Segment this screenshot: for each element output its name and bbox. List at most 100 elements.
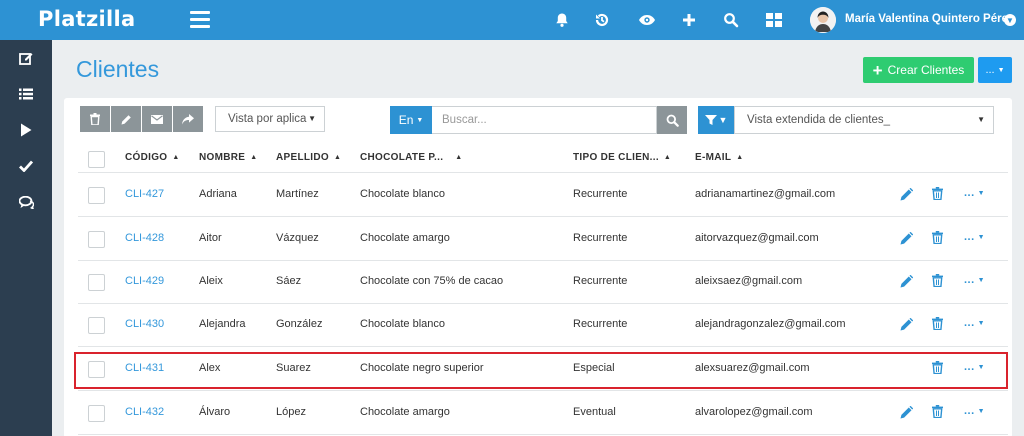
search-icon[interactable]: [720, 9, 742, 31]
row-checkbox[interactable]: [88, 187, 105, 204]
view-select[interactable]: Vista por aplica ▼: [215, 106, 325, 132]
chevron-down-icon: ▼: [977, 408, 986, 415]
filter-button[interactable]: ▼: [698, 106, 734, 134]
list-icon[interactable]: [0, 76, 52, 112]
cell-client-type: Recurrente: [573, 318, 628, 330]
cell-email: alvarolopez@gmail.com: [695, 406, 813, 418]
extended-view-value: Vista extendida de clientes_: [747, 114, 890, 126]
trash-icon[interactable]: [932, 187, 946, 201]
column-header-label: APELLIDO: [276, 152, 329, 163]
page-title: Clientes: [76, 56, 160, 82]
row-more-button[interactable]: ... ▼: [964, 274, 985, 286]
cell-surname: Sáez: [276, 275, 302, 287]
grid-icon[interactable]: [763, 9, 785, 31]
history-icon[interactable]: [591, 9, 613, 31]
cell-client-type: Recurrente: [573, 232, 628, 244]
pencil-icon[interactable]: [900, 231, 914, 246]
column-header-label: TIPO DE CLIEN...: [573, 152, 659, 163]
row-more-label: ...: [964, 274, 975, 286]
cell-chocolate: Chocolate con 75% de cacao: [360, 275, 504, 287]
row-more-label: ...: [964, 187, 975, 199]
cell-code[interactable]: CLI-429: [125, 275, 164, 287]
cell-name: Álvaro: [199, 406, 231, 418]
row-checkbox[interactable]: [88, 274, 105, 291]
column-header-code[interactable]: CÓDIGO ▲: [125, 152, 180, 163]
cell-surname: López: [276, 406, 306, 418]
envelope-icon[interactable]: [142, 106, 172, 132]
avatar[interactable]: [810, 7, 836, 33]
column-header-email[interactable]: E-MAIL ▲: [695, 152, 743, 163]
play-icon[interactable]: [0, 112, 52, 148]
create-client-label: Crear Clientes: [887, 63, 965, 77]
cell-email: adrianamartinez@gmail.com: [695, 188, 836, 200]
trash-icon[interactable]: [80, 106, 110, 132]
top-bar: Platzilla María Valentina Quintero Pérez…: [0, 0, 1024, 40]
column-header-name[interactable]: NOMBRE ▲: [199, 152, 257, 163]
view-select-value: Vista por aplica: [228, 113, 307, 125]
plus-icon[interactable]: [678, 9, 700, 31]
cell-surname: Martínez: [276, 188, 319, 200]
column-header-label: E-MAIL: [695, 152, 732, 163]
row-more-label: ...: [964, 231, 975, 243]
chat-icon[interactable]: [0, 184, 52, 220]
column-header-client-type[interactable]: TIPO DE CLIEN... ▲: [573, 152, 671, 163]
menu-toggle-icon[interactable]: [190, 11, 210, 29]
edit-icon[interactable]: [0, 40, 52, 76]
trash-icon[interactable]: [932, 317, 946, 331]
pencil-icon[interactable]: [900, 187, 914, 202]
check-icon[interactable]: [0, 148, 52, 184]
search-language-button[interactable]: En ▼: [390, 106, 432, 134]
caret-down-icon: ▼: [977, 115, 985, 124]
cell-surname: Vázquez: [276, 232, 319, 244]
sort-asc-icon: ▲: [333, 154, 342, 161]
pencil-icon[interactable]: [900, 405, 914, 420]
cell-email: alejandragonzalez@gmail.com: [695, 318, 846, 330]
app-logo[interactable]: Platzilla: [38, 7, 136, 31]
sort-asc-icon: ▲: [250, 154, 258, 161]
cell-name: Adriana: [199, 188, 237, 200]
cell-code[interactable]: CLI-432: [125, 406, 164, 418]
row-more-button[interactable]: ... ▼: [964, 187, 985, 199]
trash-icon[interactable]: [932, 274, 946, 288]
highlight-box: [74, 352, 1008, 389]
pencil-icon[interactable]: [900, 317, 914, 332]
row-more-button[interactable]: ... ▼: [964, 317, 985, 329]
create-client-button[interactable]: + Crear Clientes: [863, 57, 974, 83]
row-checkbox[interactable]: [88, 231, 105, 248]
cell-code[interactable]: CLI-430: [125, 318, 164, 330]
column-header-chocolate[interactable]: CHOCOLATE P... ▲: [360, 152, 463, 163]
row-more-button[interactable]: ... ▼: [964, 231, 985, 243]
cell-chocolate: Chocolate amargo: [360, 232, 450, 244]
pencil-icon[interactable]: [111, 106, 141, 132]
chevron-down-icon: ▼: [977, 190, 986, 197]
cell-code[interactable]: CLI-428: [125, 232, 164, 244]
eye-icon[interactable]: [636, 9, 658, 31]
column-header-surname[interactable]: APELLIDO ▲: [276, 152, 341, 163]
sort-asc-icon: ▲: [455, 154, 463, 161]
search-button[interactable]: [657, 106, 687, 134]
row-checkbox[interactable]: [88, 317, 105, 334]
column-header-label: NOMBRE: [199, 152, 246, 163]
bell-icon[interactable]: [551, 9, 573, 31]
search-icon: [666, 114, 679, 127]
share-icon[interactable]: [173, 106, 203, 132]
trash-icon[interactable]: [932, 231, 946, 245]
cell-client-type: Eventual: [573, 406, 616, 418]
cell-chocolate: Chocolate amargo: [360, 406, 450, 418]
more-actions-button[interactable]: ... ▼: [978, 57, 1012, 83]
column-header-label: CÓDIGO: [125, 152, 168, 163]
user-name[interactable]: María Valentina Quintero Pérez: [845, 13, 1014, 25]
pencil-icon[interactable]: [900, 274, 914, 289]
cell-code[interactable]: CLI-427: [125, 188, 164, 200]
row-more-label: ...: [964, 405, 975, 417]
chevron-down-icon: ▼: [416, 116, 424, 124]
row-checkbox[interactable]: [88, 405, 105, 422]
row-more-button[interactable]: ... ▼: [964, 405, 985, 417]
trash-icon[interactable]: [932, 405, 946, 419]
user-menu-chevron-icon[interactable]: ▼: [1004, 14, 1016, 26]
select-all-checkbox[interactable]: [88, 151, 105, 168]
extended-view-select[interactable]: Vista extendida de clientes_ ▼: [734, 106, 994, 134]
chevron-down-icon: ▼: [977, 277, 986, 284]
cell-name: Alejandra: [199, 318, 246, 330]
search-input[interactable]: [432, 106, 657, 134]
